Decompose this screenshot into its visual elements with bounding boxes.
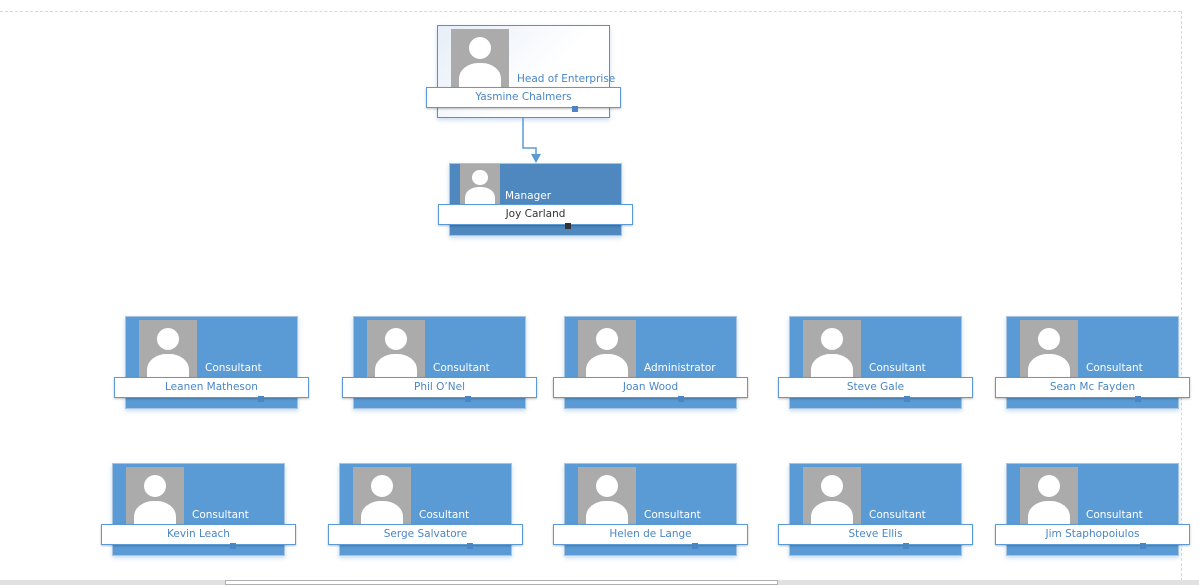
card-title: Consultant [644, 509, 701, 521]
card-title: Consultant [205, 362, 262, 374]
person-placeholder-icon [367, 320, 425, 378]
card-name[interactable]: Joan Wood [553, 377, 748, 402]
card-title: Manager [505, 190, 552, 202]
card-title: Cosultant [419, 509, 470, 521]
arrowhead-icon [531, 154, 541, 163]
card-title: Consultant [869, 509, 926, 521]
card-name[interactable]: Steve Ellis [778, 524, 973, 549]
org-card-manager[interactable]: Manager [449, 163, 622, 236]
card-name[interactable]: Sean Mc Fayden [995, 377, 1190, 402]
card-title: Consultant [869, 362, 926, 374]
card-title: Consultant [1086, 509, 1143, 521]
person-placeholder-icon [139, 320, 197, 378]
person-placeholder-icon [578, 320, 636, 378]
card-name[interactable]: Serge Salvatore [328, 524, 523, 549]
card-title: Consultant [433, 362, 490, 374]
person-placeholder-icon [1020, 467, 1078, 525]
card-name[interactable]: Joy Carland [438, 204, 633, 229]
card-title: Head of Enterprise [517, 73, 616, 85]
card-name[interactable]: Kevin Leach [101, 524, 296, 549]
card-name[interactable]: Yasmine Chalmers [426, 87, 621, 112]
card-title: Consultant [192, 509, 249, 521]
person-placeholder-icon [353, 467, 411, 525]
card-name[interactable]: Phil O’Nel [342, 377, 537, 402]
person-placeholder-icon [1020, 320, 1078, 378]
person-placeholder-icon [460, 164, 500, 204]
person-placeholder-icon [126, 467, 184, 525]
person-placeholder-icon [803, 467, 861, 525]
person-placeholder-icon [451, 29, 509, 87]
card-name[interactable]: Steve Gale [778, 377, 973, 402]
card-title: Administrator [644, 362, 716, 374]
card-name[interactable]: Jim Staphopoiulos [995, 524, 1190, 549]
card-title: Consultant [1086, 362, 1143, 374]
person-placeholder-icon [803, 320, 861, 378]
horizontal-scrollbar-thumb[interactable] [225, 580, 778, 585]
card-name[interactable]: Helen de Lange [553, 524, 748, 549]
person-placeholder-icon [578, 467, 636, 525]
card-name[interactable]: Leanen Matheson [114, 377, 309, 402]
